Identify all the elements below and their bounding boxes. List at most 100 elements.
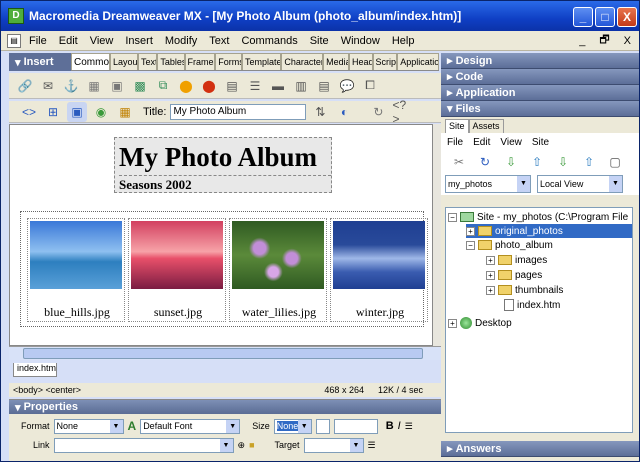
refresh-icon[interactable]: ↻ [475,152,495,172]
menu-modify[interactable]: Modify [159,35,203,47]
tree-item-site-root[interactable]: − Site - my_photos (C:\Program File [448,210,628,224]
tree-item-photo-album[interactable]: − photo_album [466,238,553,252]
maximize-button[interactable]: □ [595,7,615,27]
expand-icon[interactable]: + [486,270,495,280]
winter-thumbnail[interactable] [333,221,425,289]
table-icon[interactable]: ▦ [84,76,104,96]
layer-icon[interactable]: ▣ [107,76,127,96]
target-select[interactable]: ▼ [303,437,364,453]
color-input[interactable] [333,418,378,434]
navigation-bar-icon[interactable]: ☰ [245,76,265,96]
files-menu-view[interactable]: View [500,137,522,148]
tab-tables[interactable]: Tables [157,53,185,70]
page-title-input[interactable] [170,103,307,120]
tree-item-pages[interactable]: + pages [486,268,542,282]
code-panel-header[interactable]: ▸ Code [441,69,639,85]
flash-icon[interactable]: ⬤ [199,76,219,96]
window-size[interactable]: 468 x 264 [324,385,364,395]
italic-icon[interactable]: I [398,420,401,432]
expand-icon[interactable]: + [486,255,495,265]
doc-restore-button[interactable]: 🗗 [599,31,609,50]
tab-characters[interactable]: Characters [281,53,324,70]
vertical-scrollbar[interactable] [433,124,441,346]
check-in-icon[interactable]: ⇧ [579,152,599,172]
reference-icon[interactable]: <?> [392,98,412,126]
tab-script[interactable]: Script [372,53,398,70]
put-files-icon[interactable]: ⇧ [527,152,547,172]
scroll-thumb[interactable] [23,348,423,359]
live-data-icon[interactable]: ▦ [115,102,135,122]
color-picker[interactable] [315,418,330,434]
named-anchor-icon[interactable]: ⚓ [61,76,81,96]
menu-commands[interactable]: Commands [235,35,303,47]
connect-icon[interactable]: ✂ [449,152,469,172]
blue-hills-thumbnail[interactable] [30,221,122,289]
menu-view[interactable]: View [84,35,120,47]
align-left-icon[interactable]: ☰ [405,421,413,432]
design-view[interactable]: My Photo Album Seasons 2002 blue_hills.j… [9,124,433,346]
properties-title[interactable]: ▾ Properties [9,400,441,414]
photo-cell[interactable]: water_lilies.jpg [229,218,327,322]
menu-insert[interactable]: Insert [119,35,159,47]
files-menu-site[interactable]: Site [532,137,549,148]
site-select[interactable]: my_photos ▼ [445,175,531,193]
design-panel-header[interactable]: ▸ Design [441,53,639,69]
menu-file[interactable]: File [23,35,53,47]
comment-icon[interactable]: 💬 [337,76,357,96]
tag-selector[interactable]: <body> <center> [13,385,81,395]
image-placeholder-icon[interactable]: ⧉ [153,76,173,96]
tab-text[interactable]: Text [137,53,158,70]
insert-panel-title[interactable]: ▾ Insert [9,53,79,71]
tree-item-original-photos[interactable]: + original_photos [466,224,632,238]
sunset-thumbnail[interactable] [131,221,223,289]
document-tab[interactable]: index.htm [13,363,57,377]
format-select[interactable]: None ▼ [53,418,124,434]
server-debug-icon[interactable]: ◉ [91,102,111,122]
split-view-icon[interactable]: ⊞ [43,102,63,122]
answers-panel-header[interactable]: ▸ Answers [441,441,639,457]
tab-common[interactable]: Common [71,53,110,70]
tab-forms[interactable]: Forms [215,53,243,70]
link-input[interactable]: ▼ [53,437,234,453]
minimize-button[interactable]: _ [573,7,593,27]
refresh-icon[interactable]: ↻ [368,102,388,122]
tree-item-index[interactable]: index.htm [504,298,560,312]
tab-media[interactable]: Media [323,53,350,70]
tabular-data-icon[interactable]: ▤ [314,76,334,96]
photo-cell[interactable]: blue_hills.jpg [27,218,125,322]
application-panel-header[interactable]: ▸ Application [441,85,639,101]
files-panel-header[interactable]: ▾ Files [441,101,639,117]
collapse-icon[interactable]: − [466,240,475,250]
preview-browser-icon[interactable]: ◐ [334,102,354,122]
tree-item-images[interactable]: + images [486,253,547,267]
css-icon[interactable]: A [128,419,137,433]
photo-cell[interactable]: winter.jpg [330,218,428,322]
tab-layout[interactable]: Layout [109,53,138,70]
tab-frames[interactable]: Frames [184,53,216,70]
list-icon[interactable]: ☰ [368,440,376,451]
file-management-icon[interactable]: ⇅ [310,102,330,122]
horizontal-rule-icon[interactable]: ▬ [268,76,288,96]
rollover-image-icon[interactable]: ▤ [222,76,242,96]
menu-text[interactable]: Text [203,35,235,47]
expand-icon[interactable]: ▢ [605,152,625,172]
doc-close-button[interactable]: X [624,35,631,47]
folder-icon[interactable]: ■ [249,440,254,450]
water-lilies-thumbnail[interactable] [232,221,324,289]
photo-cell[interactable]: sunset.jpg [128,218,226,322]
check-out-icon[interactable]: ⇩ [553,152,573,172]
files-menu-edit[interactable]: Edit [473,137,490,148]
tab-site[interactable]: Site [445,119,469,133]
point-to-file-icon[interactable]: ⊕ [238,440,246,451]
view-select[interactable]: Local View ▼ [537,175,623,193]
close-button[interactable]: X [617,7,637,27]
bold-icon[interactable]: B [386,420,394,432]
collapse-icon[interactable]: − [448,212,457,222]
get-files-icon[interactable]: ⇩ [501,152,521,172]
menu-window[interactable]: Window [335,35,386,47]
date-icon[interactable]: ▥ [291,76,311,96]
menu-site[interactable]: Site [304,35,335,47]
doc-minimize-button[interactable]: _ [579,35,585,47]
expand-icon[interactable]: + [448,318,457,328]
tree-item-thumbnails[interactable]: + thumbnails [486,283,563,297]
